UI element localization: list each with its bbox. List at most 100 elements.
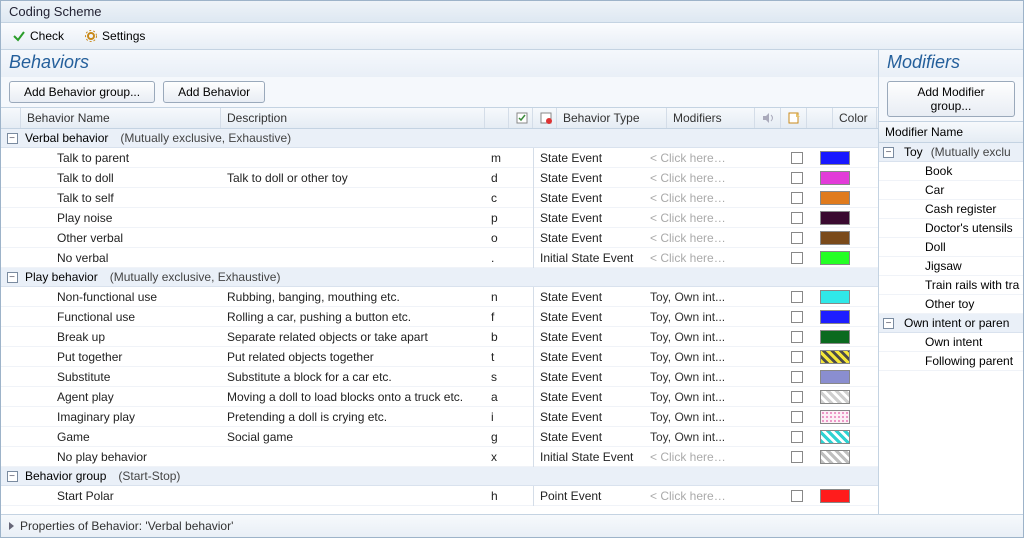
behavior-checkbox[interactable] — [791, 431, 803, 443]
modifier-item[interactable]: Following parent — [879, 352, 1023, 371]
color-swatch[interactable] — [820, 350, 850, 364]
behavior-checkbox[interactable] — [791, 311, 803, 323]
color-swatch[interactable] — [820, 310, 850, 324]
color-swatch[interactable] — [820, 450, 850, 464]
col-description[interactable]: Description — [221, 108, 485, 128]
col-icon-a[interactable] — [509, 108, 533, 128]
collapse-icon[interactable]: − — [7, 471, 18, 482]
color-swatch[interactable] — [820, 489, 850, 503]
col-note-icon[interactable] — [781, 108, 807, 128]
behavior-checkbox[interactable] — [791, 371, 803, 383]
behavior-row[interactable]: Start PolarhPoint Event< Click here t... — [1, 486, 878, 506]
color-swatch[interactable] — [820, 330, 850, 344]
col-behavior-name[interactable]: Behavior Name — [21, 108, 221, 128]
modifier-item[interactable]: Doll — [879, 238, 1023, 257]
behavior-modifiers[interactable]: < Click here t... — [644, 210, 732, 226]
behavior-modifiers[interactable]: < Click here t... — [644, 190, 732, 206]
col-modifiers[interactable]: Modifiers — [667, 108, 755, 128]
behavior-modifiers[interactable]: Toy, Own int... — [644, 289, 732, 305]
behavior-checkbox[interactable] — [791, 212, 803, 224]
color-swatch[interactable] — [820, 191, 850, 205]
behavior-modifiers[interactable]: Toy, Own int... — [644, 389, 732, 405]
behavior-modifiers[interactable]: < Click here t... — [644, 250, 732, 266]
color-swatch[interactable] — [820, 251, 850, 265]
behavior-modifiers[interactable]: Toy, Own int... — [644, 429, 732, 445]
behavior-row[interactable]: Agent playMoving a doll to load blocks o… — [1, 387, 878, 407]
behavior-row[interactable]: Non-functional useRubbing, banging, mout… — [1, 287, 878, 307]
behavior-row[interactable]: GameSocial gamegState EventToy, Own int.… — [1, 427, 878, 447]
modifier-group-row[interactable]: −Toy(Mutually exclu — [879, 143, 1023, 162]
behavior-checkbox[interactable] — [791, 451, 803, 463]
modifier-item[interactable]: Other toy — [879, 295, 1023, 314]
color-swatch[interactable] — [820, 151, 850, 165]
behavior-row[interactable]: No verbal.Initial State Event< Click her… — [1, 248, 878, 268]
behavior-row[interactable]: Put togetherPut related objects together… — [1, 347, 878, 367]
behavior-modifiers[interactable]: < Click here t... — [644, 170, 732, 186]
collapse-icon[interactable]: − — [7, 133, 18, 144]
color-swatch[interactable] — [820, 211, 850, 225]
behavior-row[interactable]: SubstituteSubstitute a block for a car e… — [1, 367, 878, 387]
settings-button[interactable]: Settings — [79, 26, 150, 46]
behavior-checkbox[interactable] — [791, 172, 803, 184]
color-swatch[interactable] — [820, 290, 850, 304]
behavior-modifiers[interactable]: Toy, Own int... — [644, 409, 732, 425]
behavior-row[interactable]: Talk to dollTalk to doll or other toydSt… — [1, 168, 878, 188]
behavior-modifiers[interactable]: Toy, Own int... — [644, 329, 732, 345]
behavior-checkbox[interactable] — [791, 351, 803, 363]
behavior-checkbox[interactable] — [791, 331, 803, 343]
behavior-row[interactable]: Talk to parentmState Event< Click here t… — [1, 148, 878, 168]
modifier-item[interactable]: Own intent — [879, 333, 1023, 352]
behavior-checkbox[interactable] — [791, 252, 803, 264]
add-behavior-group-button[interactable]: Add Behavior group... — [9, 81, 155, 103]
behavior-checkbox[interactable] — [791, 391, 803, 403]
behavior-modifiers[interactable]: < Click here t... — [644, 230, 732, 246]
col-color[interactable]: Color — [833, 108, 877, 128]
color-swatch[interactable] — [820, 410, 850, 424]
col-behavior-type[interactable]: Behavior Type — [557, 108, 667, 128]
behavior-checkbox[interactable] — [791, 192, 803, 204]
color-swatch[interactable] — [820, 370, 850, 384]
col-sound-icon[interactable] — [755, 108, 781, 128]
behavior-checkbox[interactable] — [791, 232, 803, 244]
behavior-group-row[interactable]: −Verbal behavior(Mutually exclusive, Exh… — [1, 129, 878, 148]
color-swatch[interactable] — [820, 390, 850, 404]
modifier-item[interactable]: Doctor's utensils — [879, 219, 1023, 238]
collapse-icon[interactable]: − — [7, 272, 18, 283]
behavior-row[interactable]: Other verbaloState Event< Click here t..… — [1, 228, 878, 248]
behavior-row[interactable]: Play noisepState Event< Click here t... — [1, 208, 878, 228]
col-modifier-name[interactable]: Modifier Name — [879, 121, 1023, 143]
behavior-checkbox[interactable] — [791, 152, 803, 164]
add-modifier-group-button[interactable]: Add Modifier group... — [887, 81, 1015, 117]
color-swatch[interactable] — [820, 430, 850, 444]
behavior-modifiers[interactable]: Toy, Own int... — [644, 369, 732, 385]
collapse-icon[interactable]: − — [883, 318, 894, 329]
behavior-row[interactable]: Imaginary playPretending a doll is cryin… — [1, 407, 878, 427]
behavior-checkbox[interactable] — [791, 490, 803, 502]
modifier-item[interactable]: Train rails with tra — [879, 276, 1023, 295]
modifier-item[interactable]: Jigsaw — [879, 257, 1023, 276]
check-button[interactable]: Check — [7, 26, 69, 46]
behavior-group-row[interactable]: −Play behavior(Mutually exclusive, Exhau… — [1, 268, 878, 287]
collapse-icon[interactable]: − — [883, 147, 894, 158]
add-behavior-button[interactable]: Add Behavior — [163, 81, 265, 103]
behavior-modifiers[interactable]: Toy, Own int... — [644, 349, 732, 365]
behavior-group-row[interactable]: −Behavior group(Start-Stop) — [1, 467, 878, 486]
behavior-modifiers[interactable]: Toy, Own int... — [644, 309, 732, 325]
behavior-modifiers[interactable]: < Click here t... — [644, 449, 732, 465]
behavior-checkbox[interactable] — [791, 411, 803, 423]
behavior-row[interactable]: Break upSeparate related objects or take… — [1, 327, 878, 347]
behavior-row[interactable]: No play behaviorxInitial State Event< Cl… — [1, 447, 878, 467]
modifier-item[interactable]: Book — [879, 162, 1023, 181]
color-swatch[interactable] — [820, 171, 850, 185]
behavior-row[interactable]: Talk to selfcState Event< Click here t..… — [1, 188, 878, 208]
behavior-modifiers[interactable]: < Click here t... — [644, 488, 732, 504]
modifier-group-row[interactable]: −Own intent or paren — [879, 314, 1023, 333]
behavior-tree[interactable]: −Verbal behavior(Mutually exclusive, Exh… — [1, 129, 878, 514]
color-swatch[interactable] — [820, 231, 850, 245]
properties-bar[interactable]: Properties of Behavior: 'Verbal behavior… — [1, 514, 1023, 537]
modifier-item[interactable]: Car — [879, 181, 1023, 200]
behavior-row[interactable]: Functional useRolling a car, pushing a b… — [1, 307, 878, 327]
behavior-checkbox[interactable] — [791, 291, 803, 303]
modifier-item[interactable]: Cash register — [879, 200, 1023, 219]
modifier-tree[interactable]: −Toy(Mutually excluBookCarCash registerD… — [879, 143, 1023, 514]
